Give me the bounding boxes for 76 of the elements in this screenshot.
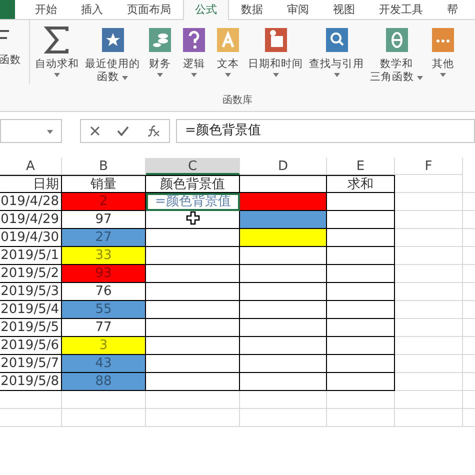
ribbon-button[interactable]: 逻辑 bbox=[177, 20, 211, 84]
caret-icon[interactable] bbox=[440, 73, 446, 77]
ribbon-tab[interactable]: 数据 bbox=[229, 0, 275, 19]
ribbon-button[interactable]: 函数 bbox=[0, 20, 30, 84]
ribbon-button[interactable]: 最近使用的 函数 bbox=[82, 20, 143, 84]
caret-icon[interactable] bbox=[122, 76, 128, 80]
close-icon[interactable] bbox=[90, 126, 100, 136]
ribbon-button[interactable]: 日期和时间 bbox=[245, 20, 306, 84]
table-cell: 2 bbox=[62, 193, 146, 211]
table-cell bbox=[327, 247, 395, 265]
table-cell[interactable]: =颜色背景值 bbox=[146, 193, 240, 211]
check-icon[interactable] bbox=[116, 126, 129, 136]
column-header[interactable]: B bbox=[62, 158, 146, 175]
column-header[interactable]: F bbox=[395, 158, 463, 175]
ribbon-tab[interactable]: 页面布局 bbox=[115, 0, 183, 19]
caret-icon[interactable] bbox=[334, 73, 340, 77]
coins-book-icon bbox=[146, 26, 174, 54]
caret-icon[interactable] bbox=[272, 73, 278, 77]
dots-book-icon bbox=[429, 26, 457, 54]
ribbon-tab[interactable]: 审阅 bbox=[275, 0, 321, 19]
ribbon-tab[interactable]: 视图 bbox=[321, 0, 367, 19]
ribbon-button[interactable]: 查找与引用 bbox=[306, 20, 367, 84]
column-header[interactable]: D bbox=[240, 158, 327, 175]
table-cell: 销量 bbox=[62, 175, 146, 193]
ribbon-tab[interactable]: 开始 bbox=[23, 0, 69, 19]
ribbon-button[interactable]: 财务 bbox=[143, 20, 177, 84]
table-cell: 55 bbox=[62, 301, 146, 319]
table-cell bbox=[327, 283, 395, 301]
table-cell: 2019/5/5 bbox=[0, 319, 62, 337]
caret-icon[interactable] bbox=[47, 130, 53, 134]
table-cell: 43 bbox=[62, 355, 146, 373]
table-cell: 88 bbox=[62, 373, 146, 391]
question-book-icon bbox=[180, 26, 208, 54]
table-cell: 日期 bbox=[0, 175, 62, 193]
table-cell bbox=[327, 211, 395, 229]
button-label: 函数 bbox=[97, 71, 119, 83]
column-header[interactable]: C bbox=[146, 158, 240, 175]
table-cell bbox=[327, 355, 395, 373]
formula-input[interactable]: =颜色背景值 bbox=[176, 119, 475, 143]
caret-icon[interactable] bbox=[157, 73, 163, 77]
caret-icon[interactable] bbox=[54, 73, 60, 77]
caret-icon[interactable] bbox=[417, 76, 423, 80]
column-header[interactable]: A bbox=[0, 158, 62, 175]
table-cell: 颜色背景值 bbox=[146, 175, 240, 193]
ribbon-tab[interactable]: 开发工具 bbox=[367, 0, 435, 19]
table-cell bbox=[327, 229, 395, 247]
table-cell: 019/4/29 bbox=[0, 211, 62, 229]
table-cell: 2019/5/3 bbox=[0, 283, 62, 301]
group-label: 函数库 bbox=[222, 94, 254, 108]
table-cell bbox=[327, 193, 395, 211]
sigma-icon bbox=[43, 26, 71, 54]
ribbon-tab[interactable]: 插入 bbox=[69, 0, 115, 19]
table-cell bbox=[327, 337, 395, 355]
caret-icon[interactable] bbox=[225, 73, 231, 77]
ribbon-tab[interactable]: 帮 bbox=[435, 0, 470, 19]
ribbon-button[interactable]: 数学和 三角函数 bbox=[367, 20, 426, 84]
function-icon[interactable] bbox=[146, 125, 160, 137]
table-cell bbox=[327, 319, 395, 337]
table-cell bbox=[327, 265, 395, 283]
ribbon-button[interactable]: 其他 bbox=[426, 20, 460, 84]
ribbon-tab[interactable]: 公式 bbox=[183, 0, 229, 20]
caret-icon[interactable] bbox=[191, 73, 197, 77]
table-cell: 3 bbox=[62, 337, 146, 355]
table-cell bbox=[327, 301, 395, 319]
table-cell: 33 bbox=[62, 247, 146, 265]
table-cell: 93 bbox=[62, 265, 146, 283]
button-label: 三角函数 bbox=[370, 71, 414, 83]
table-cell bbox=[327, 373, 395, 391]
table-cell: 求和 bbox=[327, 175, 395, 193]
ribbon-button[interactable]: 自动求和 bbox=[32, 20, 82, 84]
ribbon-button[interactable]: 文本 bbox=[211, 20, 245, 84]
column-header[interactable]: E bbox=[327, 158, 395, 175]
cursor-icon bbox=[186, 211, 200, 225]
table-cell: 27 bbox=[62, 229, 146, 247]
lines-icon bbox=[0, 30, 9, 40]
letter-book-icon bbox=[214, 26, 242, 54]
